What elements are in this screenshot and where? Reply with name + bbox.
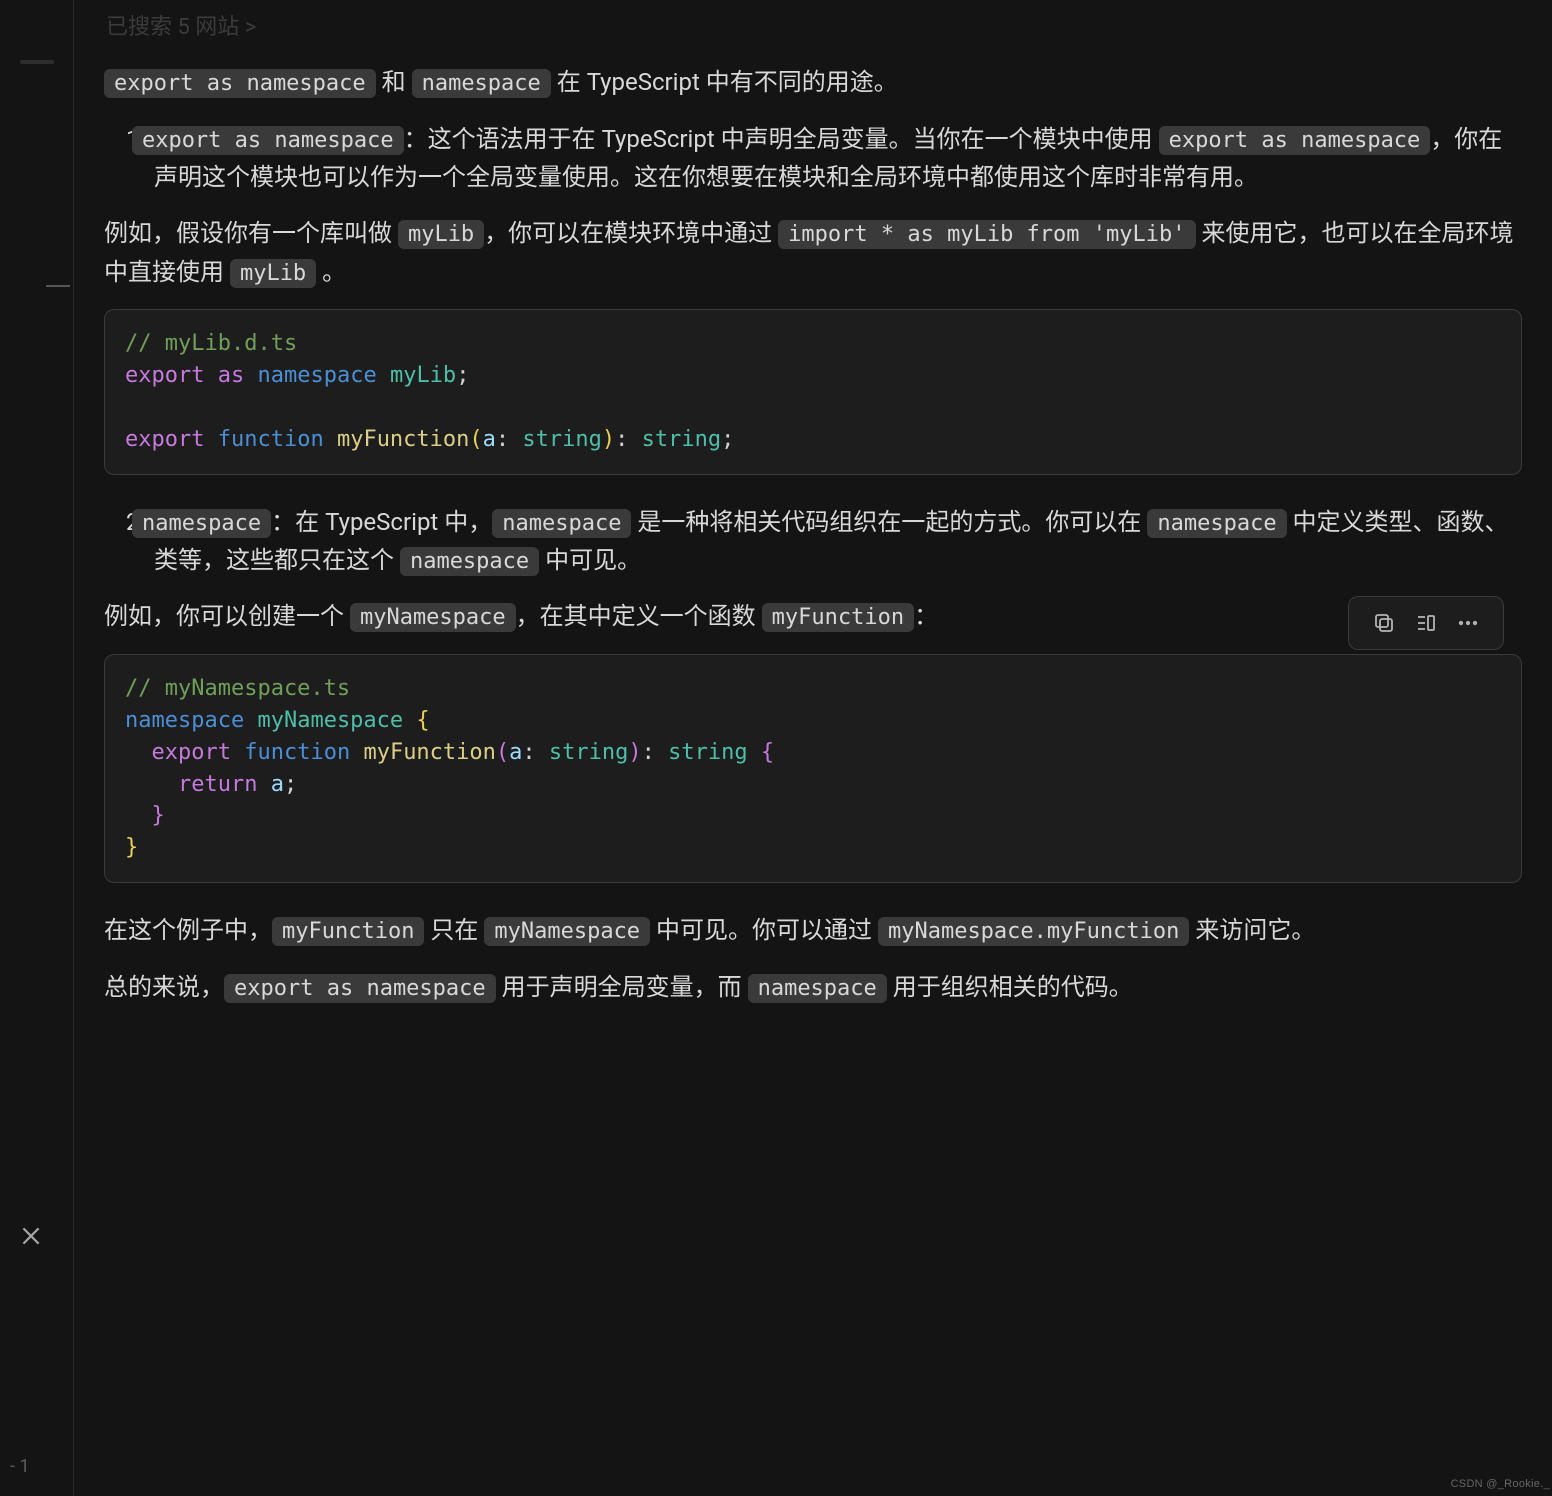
tok: : [522, 740, 549, 765]
tok: ; [456, 363, 469, 388]
copy-icon[interactable] [1363, 607, 1405, 639]
tok: namespace [125, 708, 244, 733]
tok: function [218, 427, 324, 452]
code-inline: export as namespace [1159, 126, 1431, 155]
code-inline: myNamespace.myFunction [878, 917, 1189, 946]
code-inline: namespace [1147, 509, 1286, 538]
text: 中可见。 [539, 546, 641, 574]
tok: myNamespace [257, 708, 403, 733]
text: ：这个语法用于在 TypeScript 中声明全局变量。当你在一个模块中使用 [404, 125, 1159, 153]
tok: namespace [257, 363, 376, 388]
tok: myFunction [337, 427, 469, 452]
code-inline: namespace [132, 509, 271, 538]
code-inline: export as namespace [104, 69, 376, 98]
code-block-1[interactable]: // myLib.d.ts export as namespace myLib;… [104, 309, 1522, 475]
app-window: - 1 已搜索 5 网站 > export as namespace 和 nam… [0, 0, 1552, 1496]
text: 和 [376, 68, 412, 96]
code-inline: myFunction [272, 917, 424, 946]
intro-paragraph: export as namespace 和 namespace 在 TypeSc… [104, 63, 1522, 101]
code-comment: // myLib.d.ts [125, 331, 297, 356]
document-content: 已搜索 5 网站 > export as namespace 和 namespa… [74, 0, 1552, 1496]
text: ： [914, 602, 938, 630]
code-inline: myFunction [762, 603, 914, 632]
code-inline: myNamespace [484, 917, 650, 946]
code-block-2-wrapper: // myNamespace.ts namespace myNamespace … [104, 654, 1522, 883]
tok: ; [721, 427, 734, 452]
tok: } [152, 803, 165, 828]
text: 中可见。你可以通过 [650, 916, 878, 944]
search-summary-faded: 已搜索 5 网站 > [104, 10, 1522, 45]
text: 来访问它。 [1189, 916, 1315, 944]
explain-paragraph-3: 在这个例子中，myFunction 只在 myNamespace 中可见。你可以… [104, 911, 1522, 949]
tok: } [125, 835, 138, 860]
code-inline: myNamespace [350, 603, 516, 632]
code-block-2[interactable]: // myNamespace.ts namespace myNamespace … [104, 654, 1522, 883]
text: 例如，假设你有一个库叫做 [104, 219, 398, 247]
code-comment: // myNamespace.ts [125, 676, 350, 701]
text: 例如，你可以创建一个 [104, 602, 350, 630]
code-inline: namespace [400, 547, 539, 576]
text: 是一种将相关代码组织在一起的方式。你可以在 [631, 508, 1147, 536]
tok: ; [284, 772, 297, 797]
tok: : [496, 427, 523, 452]
left-gutter: - 1 [0, 0, 74, 1496]
tok: function [244, 740, 350, 765]
tok: ( [496, 740, 509, 765]
more-icon[interactable] [1447, 607, 1489, 639]
tok: a [483, 427, 496, 452]
tok: ( [469, 427, 482, 452]
code-inline: namespace [412, 69, 551, 98]
code-inline: export as namespace [132, 126, 404, 155]
tok: { [761, 740, 774, 765]
text: 。 [316, 258, 346, 286]
text: 在 TypeScript 中有不同的用途。 [551, 68, 898, 96]
text: 用于声明全局变量，而 [496, 973, 748, 1001]
close-button[interactable] [18, 1222, 52, 1256]
tok: export [152, 740, 231, 765]
tok: export [125, 363, 204, 388]
code-inline: myLib [230, 259, 316, 288]
ordered-list-item-1: 1. export as namespace：这个语法用于在 TypeScrip… [104, 120, 1522, 197]
text: 只在 [424, 916, 484, 944]
tok: string [642, 427, 721, 452]
code-inline: import * as myLib from 'myLib' [778, 220, 1195, 249]
code-inline: export as namespace [224, 974, 496, 1003]
tok: myLib [390, 363, 456, 388]
insert-at-cursor-icon[interactable] [1405, 607, 1447, 639]
tok: a [509, 740, 522, 765]
tok: string [549, 740, 628, 765]
example-paragraph-2: 例如，你可以创建一个 myNamespace，在其中定义一个函数 myFunct… [104, 597, 1522, 635]
ordered-list-item-2: 2. namespace：在 TypeScript 中，namespace 是一… [104, 503, 1522, 580]
tok: : [642, 740, 669, 765]
tok: : [615, 427, 642, 452]
text: ，你可以在模块环境中通过 [484, 219, 778, 247]
gutter-bottom-label: - 1 [10, 1453, 30, 1482]
tok: { [416, 708, 429, 733]
code-inline: myLib [398, 220, 484, 249]
tok: ) [628, 740, 641, 765]
text: 总的来说， [104, 973, 224, 1001]
gutter-mark-top [20, 60, 54, 64]
tok: export [125, 427, 204, 452]
example-paragraph-1: 例如，假设你有一个库叫做 myLib，你可以在模块环境中通过 import * … [104, 214, 1522, 291]
text: ，在其中定义一个函数 [516, 602, 762, 630]
tok: string [522, 427, 601, 452]
tok: ) [602, 427, 615, 452]
gutter-mark [46, 285, 70, 287]
text: 在这个例子中， [104, 916, 272, 944]
watermark: CSDN @_Rookie._ [1451, 1476, 1550, 1494]
code-inline: namespace [748, 974, 887, 1003]
tok: string [668, 740, 747, 765]
tok: return [178, 772, 257, 797]
summary-paragraph: 总的来说，export as namespace 用于声明全局变量，而 name… [104, 968, 1522, 1006]
text: 用于组织相关的代码。 [887, 973, 1133, 1001]
tok: a [271, 772, 284, 797]
tok: as [218, 363, 245, 388]
tok: myFunction [363, 740, 495, 765]
code-inline: namespace [492, 509, 631, 538]
code-toolbar [1348, 596, 1504, 650]
text: ：在 TypeScript 中， [271, 508, 492, 536]
